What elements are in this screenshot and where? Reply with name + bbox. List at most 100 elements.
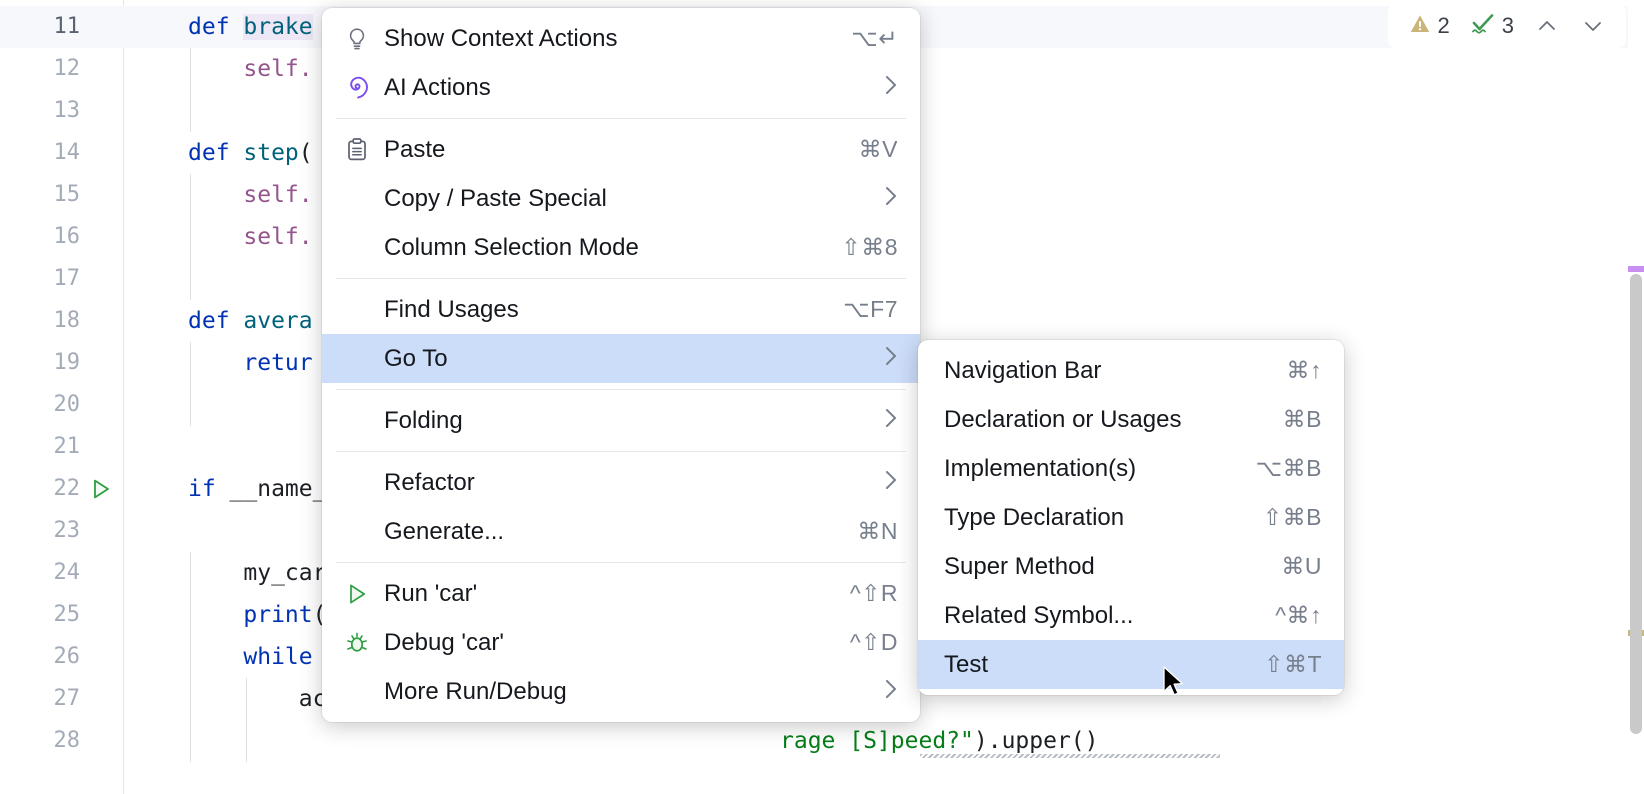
menu-item-debug-car[interactable]: Debug 'car'^⇧D [322,618,920,667]
menu-item-declaration-or-usages[interactable]: Declaration or Usages⌘B [918,395,1344,444]
menu-item-show-context-actions[interactable]: Show Context Actions⌥↵ [322,14,920,63]
warning-indicator[interactable]: 2 [1398,12,1460,41]
usage-marker [1628,266,1644,272]
menu-item-label: Test [944,651,1264,679]
indent-guide [246,720,247,762]
code-token: ( [299,140,313,166]
menu-item-shortcut: ⇧⌘T [1264,651,1322,678]
menu-item-label: Paste [384,136,859,164]
scrollbar-thumb[interactable] [1630,274,1642,734]
menu-item-more-run-debug[interactable]: More Run/Debug [322,667,920,716]
menu-separator [336,451,906,452]
menu-separator [336,562,906,563]
menu-item-find-usages[interactable]: Find Usages⌥F7 [322,285,920,334]
chevron-right-icon [884,469,898,497]
code-token: if [188,476,230,502]
gutter-run-icon[interactable] [88,468,114,510]
previous-problem-button[interactable] [1524,15,1570,37]
error-squiggle [920,754,1220,758]
code-token [188,350,243,376]
line-number: 13 [0,90,80,132]
code-token: brake [243,14,312,40]
mouse-pointer [1163,666,1185,700]
menu-item-super-method[interactable]: Super Method⌘U [918,542,1344,591]
menu-item-type-declaration[interactable]: Type Declaration⇧⌘B [918,493,1344,542]
chevron-right-icon [884,678,898,706]
menu-item-refactor[interactable]: Refactor [322,458,920,507]
menu-item-shortcut: ⇧⌘B [1263,504,1322,531]
line-number: 11 [0,6,80,48]
debug-bug-icon [344,630,384,656]
code-text: def avera [188,300,313,342]
menu-item-shortcut: ⌥⌘B [1256,455,1322,482]
line-number: 18 [0,300,80,342]
ai-spiral-icon [344,75,384,101]
menu-item-test[interactable]: Test⇧⌘T [918,640,1344,689]
code-text: def brake [188,6,313,48]
menu-item-shortcut: ^⌘↑ [1275,602,1322,629]
menu-item-label: Type Declaration [944,504,1263,532]
menu-separator [336,389,906,390]
lightbulb-icon [344,26,384,52]
menu-item-label: AI Actions [384,74,870,102]
code-token: def [188,308,243,334]
menu-item-go-to[interactable]: Go To [322,334,920,383]
code-token: avera [243,308,312,334]
menu-item-shortcut: ⇧⌘8 [841,234,898,261]
code-token: print [243,602,312,628]
menu-item-label: Column Selection Mode [384,234,841,262]
menu-item-implementation-s[interactable]: Implementation(s)⌥⌘B [918,444,1344,493]
menu-item-shortcut: ^⇧D [850,629,898,656]
line-number: 23 [0,510,80,552]
code-token: step [243,140,298,166]
code-text: self. [188,174,313,216]
menu-item-navigation-bar[interactable]: Navigation Bar⌘↑ [918,346,1344,395]
menu-item-paste[interactable]: Paste⌘V [322,125,920,174]
check-inspection-icon [1470,12,1496,41]
inspection-status-indicator[interactable]: 3 [1460,12,1524,41]
menu-item-column-selection-mode[interactable]: Column Selection Mode⇧⌘8 [322,223,920,272]
code-token: def [188,140,243,166]
indent-guide [190,384,191,426]
menu-item-generate[interactable]: Generate...⌘N [322,507,920,556]
code-token: ).upper() [974,728,1099,754]
line-number: 26 [0,636,80,678]
line-number: 17 [0,258,80,300]
editor-scrollbar[interactable] [1628,0,1644,794]
warning-triangle-icon [1408,12,1432,41]
menu-item-label: Related Symbol... [944,602,1275,630]
menu-item-copy-paste-special[interactable]: Copy / Paste Special [322,174,920,223]
code-token [188,56,243,82]
inspection-widget[interactable]: 2 3 [1388,4,1627,48]
menu-item-label: Refactor [384,469,870,497]
menu-item-related-symbol[interactable]: Related Symbol...^⌘↑ [918,591,1344,640]
editor-context-menu[interactable]: Show Context Actions⌥↵AI ActionsPaste⌘VC… [322,8,920,722]
line-number: 27 [0,678,80,720]
menu-item-shortcut: ⌥F7 [843,296,898,323]
menu-item-label: Declaration or Usages [944,406,1283,434]
inspection-count: 3 [1502,13,1514,39]
go-to-submenu[interactable]: Navigation Bar⌘↑Declaration or Usages⌘BI… [918,340,1344,695]
code-token [188,602,243,628]
menu-item-shortcut: ⌥↵ [851,25,898,52]
line-number: 22 [0,468,80,510]
code-token [188,224,243,250]
line-number: 19 [0,342,80,384]
code-token: def [188,14,243,40]
menu-item-shortcut: ⌘U [1281,553,1322,580]
chevron-right-icon [884,407,898,435]
line-number: 20 [0,384,80,426]
menu-item-label: Super Method [944,553,1281,581]
menu-item-ai-actions[interactable]: AI Actions [322,63,920,112]
menu-item-shortcut: ⌘N [857,518,898,545]
chevron-right-icon [884,345,898,373]
line-number: 15 [0,174,80,216]
menu-item-folding[interactable]: Folding [322,396,920,445]
code-text: def step( [188,132,313,174]
line-number: 24 [0,552,80,594]
chevron-right-icon [884,74,898,102]
line-number: 21 [0,426,80,468]
next-problem-button[interactable] [1570,15,1616,37]
menu-item-run-car[interactable]: Run 'car'^⇧R [322,569,920,618]
line-number: 28 [0,720,80,762]
